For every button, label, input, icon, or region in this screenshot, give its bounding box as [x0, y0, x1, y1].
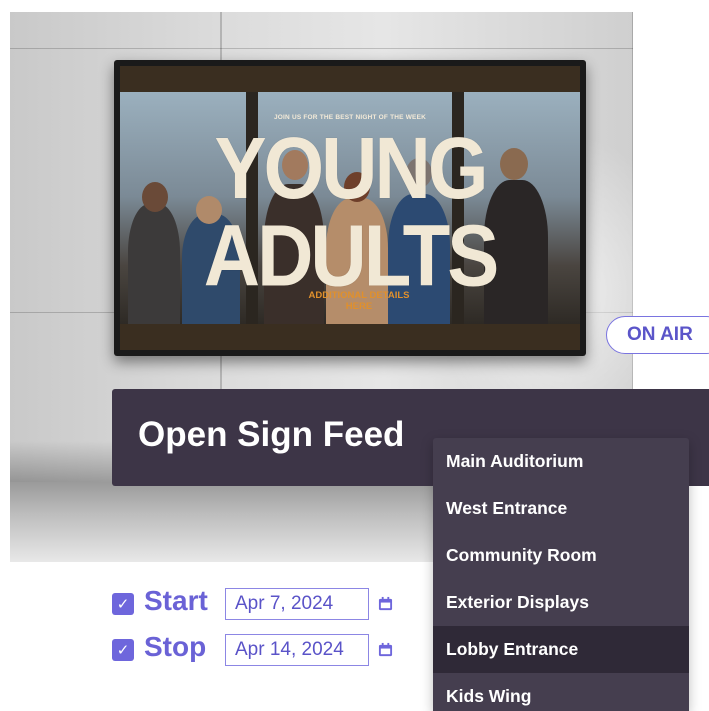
location-option-lobby-entrance[interactable]: Lobby Entrance: [433, 626, 689, 673]
wall-panel-seam: [10, 48, 633, 49]
location-dropdown-menu: Main Auditorium West Entrance Community …: [433, 438, 689, 711]
sign-headline: YOUNG ADULTS: [203, 118, 500, 305]
calendar-icon[interactable]: [378, 642, 393, 657]
screen-bottom-strip: [120, 324, 580, 350]
sign-details: ADDITIONAL DETAILS HERE: [308, 290, 410, 312]
schedule-stop-row: ✓ Stop Apr 14, 2024: [112, 631, 412, 666]
check-icon: ✓: [116, 641, 130, 659]
location-option-west-entrance[interactable]: West Entrance: [433, 485, 689, 532]
start-date-field[interactable]: Apr 7, 2024: [225, 588, 369, 620]
schedule-start-row: ✓ Start Apr 7, 2024: [112, 585, 412, 620]
check-icon: ✓: [116, 595, 130, 613]
feed-title: Open Sign Feed: [138, 415, 405, 454]
on-air-badge: ON AIR: [606, 316, 709, 354]
calendar-icon[interactable]: [378, 596, 393, 611]
start-label: Start: [144, 585, 208, 616]
screen-top-strip: [120, 66, 580, 92]
stop-label: Stop: [144, 631, 207, 662]
start-checkbox[interactable]: ✓: [112, 593, 134, 615]
stop-date-field[interactable]: Apr 14, 2024: [225, 634, 369, 666]
location-option-community-room[interactable]: Community Room: [433, 532, 689, 579]
location-option-main-auditorium[interactable]: Main Auditorium: [433, 438, 689, 485]
stop-checkbox[interactable]: ✓: [112, 639, 134, 661]
tv-display: JOIN US FOR THE BEST NIGHT OF THE WEEK Y…: [114, 60, 586, 356]
location-option-kids-wing[interactable]: Kids Wing: [433, 673, 689, 711]
tv-screen: JOIN US FOR THE BEST NIGHT OF THE WEEK Y…: [120, 66, 580, 350]
location-option-exterior-displays[interactable]: Exterior Displays: [433, 579, 689, 626]
